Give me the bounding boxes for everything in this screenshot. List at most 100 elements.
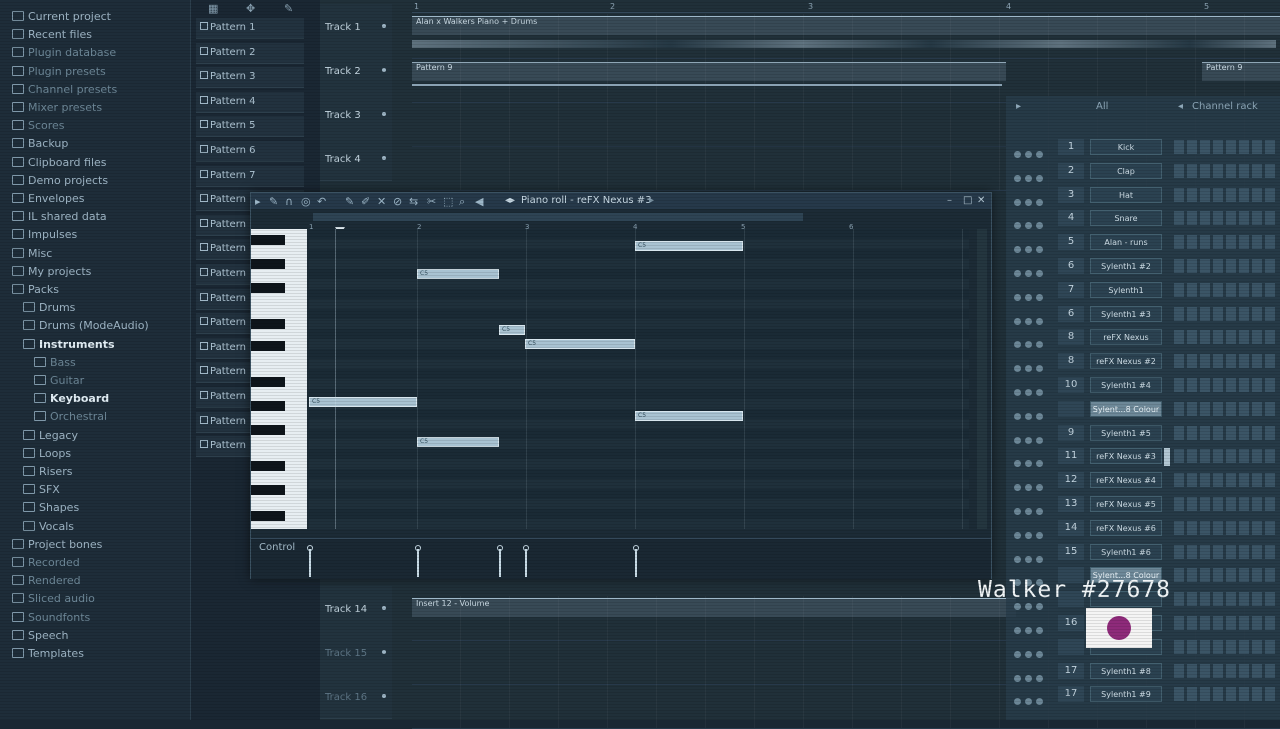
maximize-icon[interactable]: □	[963, 193, 972, 209]
black-key[interactable]	[251, 485, 285, 495]
pattern-item[interactable]: Pattern 1	[196, 18, 304, 39]
channel-mixer-track[interactable]: 1	[1058, 139, 1084, 155]
browser-item[interactable]: Loops	[23, 445, 71, 463]
magnet-icon[interactable]: ∩	[285, 194, 293, 210]
note[interactable]: C5	[635, 241, 743, 251]
step-sequencer[interactable]	[1174, 497, 1278, 511]
grid-icon[interactable]: ▦	[208, 2, 218, 15]
channel-mixer-track[interactable]: 8	[1058, 353, 1084, 370]
channel-row[interactable]: 7 Sylenth1	[1006, 279, 1280, 301]
step-sequencer[interactable]	[1174, 401, 1278, 416]
channel-name-button[interactable]: Sylenth1 #5	[1090, 424, 1162, 441]
pencil-icon[interactable]: ✎	[284, 2, 293, 15]
track-14-label[interactable]: Track 14	[320, 586, 392, 631]
track-16-label[interactable]: Track 16	[320, 674, 392, 719]
browser-item[interactable]: Speech	[12, 627, 69, 645]
browser-item[interactable]: SFX	[23, 481, 60, 499]
step-sequencer[interactable]	[1174, 425, 1278, 440]
browser-item[interactable]: Drums (ModeAudio)	[23, 317, 149, 335]
browser-item[interactable]: Project bones	[12, 536, 102, 554]
close-icon[interactable]: ✕	[977, 193, 985, 209]
channel-row[interactable]: 6 Sylenth1 #2	[1006, 255, 1280, 277]
step-sequencer[interactable]	[1174, 473, 1278, 488]
step-sequencer[interactable]	[1174, 282, 1278, 297]
browser-item[interactable]: Clipboard files	[12, 154, 107, 172]
undo-icon[interactable]: ↶	[317, 194, 326, 210]
zoom-icon[interactable]: ⌕	[459, 194, 465, 210]
channel-name-button[interactable]: Sylenth1 #8	[1090, 662, 1162, 679]
channel-led-icons[interactable]	[1014, 524, 1054, 539]
pattern-item[interactable]: Pattern 4	[196, 91, 304, 113]
black-key[interactable]	[251, 283, 285, 293]
channel-row[interactable]: 17 Sylenth1 #9	[1006, 683, 1280, 706]
title-menu-icon[interactable]: ▸	[649, 193, 654, 209]
step-sequencer[interactable]	[1174, 449, 1278, 464]
velocity-bar[interactable]	[415, 545, 421, 577]
channel-row[interactable]: 8 reFX Nexus #2	[1006, 350, 1280, 373]
channel-mixer-track[interactable]: 2	[1058, 162, 1084, 179]
channel-mixer-track[interactable]: 3	[1058, 186, 1084, 203]
browser-item[interactable]: Mixer presets	[12, 99, 102, 117]
note[interactable]: C5	[525, 339, 635, 349]
channel-mixer-track[interactable]: 11	[1058, 448, 1084, 465]
note[interactable]: C5	[499, 325, 525, 335]
channel-led-icons[interactable]	[1014, 667, 1054, 682]
black-key[interactable]	[251, 235, 285, 245]
step-sequencer[interactable]	[1174, 330, 1278, 345]
browser-item[interactable]: Sliced audio	[12, 590, 95, 608]
audio-clip[interactable]: Alan x Walkers Piano + Drums	[412, 16, 1280, 35]
pattern-item[interactable]: Pattern 7	[196, 165, 304, 187]
step-sequencer[interactable]	[1174, 568, 1278, 583]
slip-icon[interactable]: ⇆	[409, 194, 418, 210]
channel-name-button[interactable]: Sylenth1 #9	[1090, 686, 1162, 703]
delete-icon[interactable]: ✕	[377, 194, 386, 210]
channel-mixer-track[interactable]	[1058, 638, 1084, 655]
step-sequencer[interactable]	[1174, 663, 1278, 678]
channel-row[interactable]: 1 Kick	[1006, 136, 1280, 158]
browser-item[interactable]: Current project	[12, 8, 111, 26]
channel-name-button[interactable]: reFX Nexus	[1090, 329, 1162, 346]
black-key[interactable]	[251, 461, 285, 471]
channel-led-icons[interactable]	[1014, 310, 1054, 325]
minimize-icon[interactable]: –	[947, 193, 952, 209]
step-sequencer[interactable]	[1174, 687, 1278, 702]
black-key[interactable]	[251, 401, 285, 411]
channel-name-button[interactable]: Sylenth1 #4	[1090, 377, 1162, 393]
channel-mixer-track[interactable]: 12	[1058, 472, 1084, 489]
browser-item[interactable]: Recent files	[12, 26, 92, 44]
rack-back-icon[interactable]: ◂	[1178, 96, 1183, 118]
step-sequencer[interactable]	[1174, 187, 1278, 202]
browser-item[interactable]: Drums	[23, 299, 75, 317]
channel-row[interactable]: 13 reFX Nexus #5	[1006, 493, 1280, 515]
channel-led-icons[interactable]	[1014, 429, 1054, 444]
channel-mixer-track[interactable]: 16	[1058, 615, 1084, 631]
channel-mixer-track[interactable]: 7	[1058, 281, 1084, 298]
channel-mixer-track[interactable]: 10	[1058, 377, 1084, 393]
channel-row[interactable]: 10 Sylenth1 #4	[1006, 374, 1280, 396]
black-key[interactable]	[251, 259, 285, 269]
channel-name-button[interactable]: reFX Nexus #2	[1090, 353, 1162, 370]
channel-led-icons[interactable]	[1014, 452, 1054, 468]
pattern-clip[interactable]: Pattern 9	[412, 62, 1006, 81]
pattern-item[interactable]: Pattern 2	[196, 42, 304, 64]
browser-item[interactable]: Plugin database	[12, 44, 116, 62]
channel-row[interactable]: 4 Snare	[1006, 207, 1280, 230]
pattern-item[interactable]: Pattern 3	[196, 67, 304, 89]
black-key[interactable]	[251, 319, 285, 329]
channel-led-icons[interactable]	[1014, 238, 1054, 254]
step-sequencer[interactable]	[1174, 616, 1278, 630]
rack-scroll-handle[interactable]	[1164, 448, 1170, 466]
note[interactable]: C5	[635, 411, 743, 421]
channel-led-icons[interactable]	[1014, 333, 1054, 349]
automation-clip[interactable]: Insert 12 - Volume	[412, 598, 1016, 617]
mute-icon[interactable]: ⊘	[393, 194, 402, 210]
channel-name-button[interactable]: Clap	[1090, 162, 1162, 179]
note[interactable]: C5	[417, 269, 499, 279]
browser-item[interactable]: Channel presets	[12, 81, 117, 99]
snap-icon[interactable]: ✥	[246, 2, 255, 15]
channel-name-button[interactable]: reFX Nexus #3	[1090, 448, 1162, 465]
browser-item[interactable]: Shapes	[23, 499, 79, 517]
track-1-lane[interactable]: Alan x Walkers Piano + Drums	[412, 14, 1280, 59]
channel-row[interactable]: 12 reFX Nexus #4	[1006, 469, 1280, 492]
channel-name-button[interactable]: Snare	[1090, 210, 1162, 227]
